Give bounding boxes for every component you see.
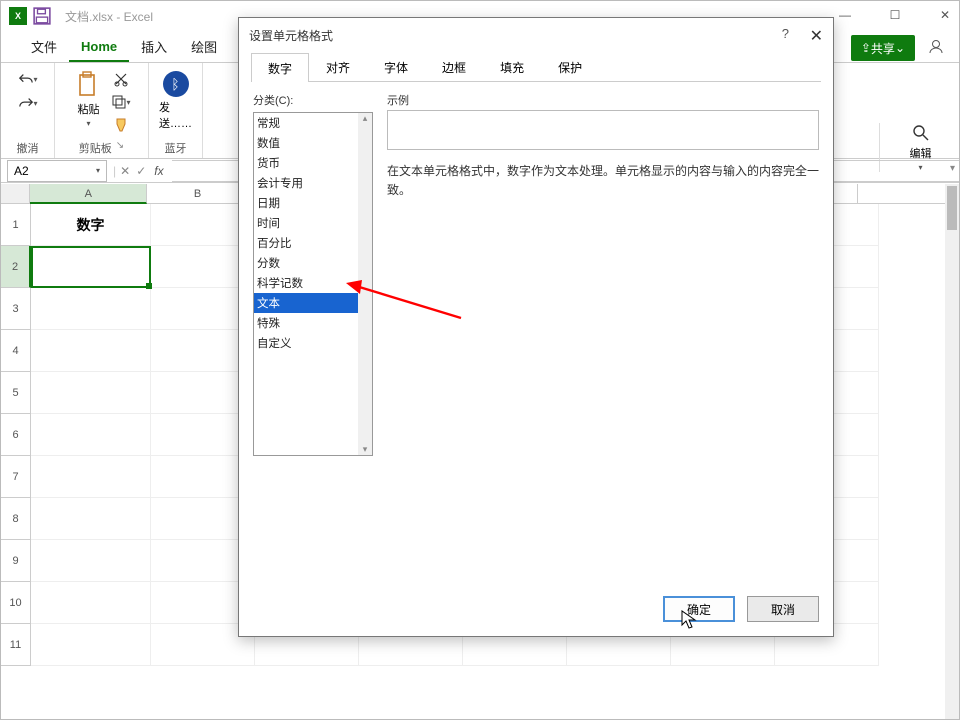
minimize-button[interactable]: — [835, 7, 855, 23]
redo-button[interactable]: ▾ [18, 93, 38, 113]
cat-general[interactable]: 常规 [254, 113, 372, 133]
document-title: 文档.xlsx - Excel [65, 8, 153, 25]
row-header[interactable]: 6 [1, 414, 31, 456]
bluetooth-send-button[interactable]: ᛒ 发送…… [157, 69, 194, 133]
fx-icon[interactable]: fx [154, 164, 163, 178]
maximize-button[interactable]: ☐ [885, 7, 905, 23]
row-header[interactable]: 2 [1, 246, 31, 288]
column-header-b[interactable]: B [147, 184, 248, 204]
dlg-tab-align[interactable]: 对齐 [309, 52, 367, 81]
cat-time[interactable]: 时间 [254, 213, 372, 233]
cell[interactable] [31, 372, 151, 414]
cat-fraction[interactable]: 分数 [254, 253, 372, 273]
cell[interactable] [31, 498, 151, 540]
cell-a2-active[interactable] [31, 246, 151, 288]
cat-text[interactable]: 文本 [254, 293, 372, 313]
cat-currency[interactable]: 货币 [254, 153, 372, 173]
copy-button[interactable]: ▾ [111, 92, 131, 112]
share-button[interactable]: ⇪ 共享 ⌄ [851, 35, 915, 61]
dlg-tab-border[interactable]: 边框 [425, 52, 483, 81]
undo-button[interactable]: ▾ [18, 69, 38, 89]
row-header[interactable]: 5 [1, 372, 31, 414]
select-all-corner[interactable] [1, 184, 30, 204]
cat-percent[interactable]: 百分比 [254, 233, 372, 253]
vertical-scrollbar[interactable] [945, 184, 959, 719]
excel-app-icon: X [9, 7, 27, 25]
cell[interactable] [31, 540, 151, 582]
dlg-tab-protect[interactable]: 保护 [541, 52, 599, 81]
bluetooth-group-label: 蓝牙 [159, 140, 192, 156]
dlg-tab-fill[interactable]: 填充 [483, 52, 541, 81]
tab-draw[interactable]: 绘图 [179, 31, 229, 62]
cat-number[interactable]: 数值 [254, 133, 372, 153]
dlg-tab-number[interactable]: 数字 [251, 53, 309, 82]
tab-insert[interactable]: 插入 [129, 31, 179, 62]
cell-a1[interactable]: 数字 [31, 204, 151, 246]
row-header[interactable]: 4 [1, 330, 31, 372]
close-window-button[interactable]: ✕ [935, 7, 955, 23]
ok-button[interactable]: 确定 [663, 596, 735, 622]
row-header[interactable]: 3 [1, 288, 31, 330]
paste-button[interactable]: 粘贴 ▾ [73, 69, 105, 130]
comments-icon[interactable] [927, 37, 945, 58]
cell[interactable] [31, 582, 151, 624]
tab-file[interactable]: 文件 [19, 31, 69, 62]
cell[interactable] [31, 456, 151, 498]
cancel-button[interactable]: 取消 [747, 596, 819, 622]
confirm-formula-icon[interactable]: ✓ [136, 164, 146, 178]
column-header[interactable] [858, 184, 959, 204]
list-scrollbar[interactable]: ▴▾ [358, 113, 372, 455]
cat-special[interactable]: 特殊 [254, 313, 372, 333]
dialog-close-button[interactable]: ✕ [810, 26, 823, 46]
cell[interactable] [31, 330, 151, 372]
dialog-help-button[interactable]: ? [782, 26, 789, 41]
name-box[interactable]: A2▾ [7, 160, 107, 182]
expand-formula-icon[interactable]: ▾ [950, 163, 955, 174]
cat-accounting[interactable]: 会计专用 [254, 173, 372, 193]
cell[interactable] [31, 288, 151, 330]
cat-scientific[interactable]: 科学记数 [254, 273, 372, 293]
cell[interactable] [31, 414, 151, 456]
tab-home[interactable]: Home [69, 33, 129, 62]
save-icon[interactable] [33, 7, 51, 25]
undo-group-label: 撤消 [11, 140, 44, 156]
category-list[interactable]: ▴▾ 常规 数值 货币 会计专用 日期 时间 百分比 分数 科学记数 文本 特殊… [253, 112, 373, 456]
cut-button[interactable] [111, 69, 131, 89]
dialog-tabs: 数字 对齐 字体 边框 填充 保护 [251, 52, 821, 82]
row-header[interactable]: 8 [1, 498, 31, 540]
sample-label: 示例 [387, 92, 819, 108]
cell[interactable] [31, 624, 151, 666]
row-header[interactable]: 9 [1, 540, 31, 582]
cat-date[interactable]: 日期 [254, 193, 372, 213]
row-header[interactable]: 7 [1, 456, 31, 498]
cat-custom[interactable]: 自定义 [254, 333, 372, 353]
row-header[interactable]: 10 [1, 582, 31, 624]
clipboard-dialog-launcher[interactable]: ↘ [116, 140, 124, 156]
sample-box [387, 110, 819, 150]
dlg-tab-font[interactable]: 字体 [367, 52, 425, 81]
row-header[interactable]: 1 [1, 204, 31, 246]
format-painter-button[interactable] [111, 115, 131, 135]
dialog-title: 设置单元格格式 ? ✕ [239, 18, 833, 52]
column-header-a[interactable]: A [30, 184, 147, 204]
clipboard-group-label: 剪贴板 [79, 140, 112, 156]
format-description: 在文本单元格格式中，数字作为文本处理。单元格显示的内容与输入的内容完全一致。 [387, 162, 819, 200]
format-cells-dialog: 设置单元格格式 ? ✕ 数字 对齐 字体 边框 填充 保护 分类(C): ▴▾ … [238, 17, 834, 637]
row-header[interactable]: 11 [1, 624, 31, 666]
cancel-formula-icon[interactable]: ✕ [120, 164, 130, 178]
